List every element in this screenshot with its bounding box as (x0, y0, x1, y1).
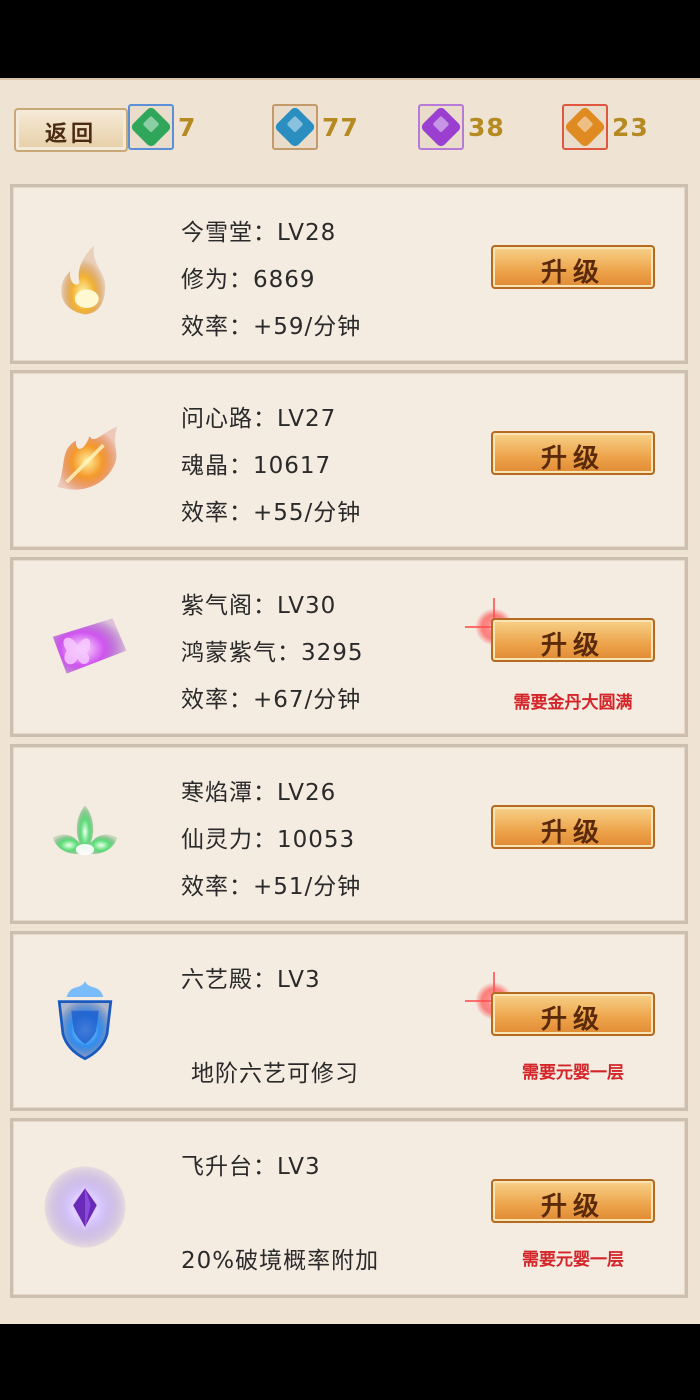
building-card: 六艺殿：LV3 地阶六艺可修习 升级 需要元婴一层 (10, 931, 688, 1111)
blue-gem-icon (272, 104, 318, 150)
fire-icon (61, 245, 106, 315)
building-rate: 效率：+67/分钟 (181, 687, 362, 713)
purple-butterfly-icon (52, 618, 127, 674)
blue-shield-icon (57, 981, 113, 1061)
back-button[interactable]: 返回 (14, 108, 128, 152)
building-rate: 效率：+51/分钟 (181, 874, 362, 900)
building-resource: 鸿蒙紫气：3295 (181, 640, 364, 666)
building-name-level: 寒焰潭：LV26 (181, 780, 337, 806)
resource-orange[interactable]: 23 (562, 102, 649, 152)
green-gem-count: 7 (178, 112, 197, 142)
upgrade-button[interactable]: 升级 (491, 992, 655, 1036)
upgrade-button[interactable]: 升级 (491, 245, 655, 289)
building-name-level: 六艺殿：LV3 (181, 967, 321, 993)
upgrade-button[interactable]: 升级 (491, 1179, 655, 1223)
upgrade-requirement: 需要金丹大圆满 (513, 693, 633, 713)
orange-gem-count: 23 (612, 112, 649, 142)
back-label: 返回 (44, 122, 97, 147)
blue-gem-count: 77 (322, 112, 359, 142)
building-card: 紫气阁：LV30 鸿蒙紫气：3295 效率：+67/分钟 升级 需要金丹大圆满 (10, 557, 688, 737)
upgrade-button[interactable]: 升级 (491, 618, 655, 662)
building-name-level: 问心路：LV27 (181, 406, 337, 432)
upgrade-label: 升级 (540, 631, 605, 661)
building-description: 20%破境概率附加 (181, 1248, 380, 1274)
purple-crystal-icon (44, 1166, 126, 1248)
building-description: 地阶六艺可修习 (191, 1061, 359, 1087)
upgrade-requirement: 需要元婴一层 (522, 1063, 624, 1083)
upgrade-requirement: 需要元婴一层 (522, 1250, 624, 1270)
green-lotus-icon (52, 805, 118, 856)
building-card: 寒焰潭：LV26 仙灵力：10053 效率：+51/分钟 升级 (10, 744, 688, 924)
purple-gem-icon (418, 104, 464, 150)
upgrade-label: 升级 (540, 258, 605, 288)
resource-green[interactable]: 7 (128, 102, 196, 152)
resource-blue[interactable]: 77 (272, 102, 359, 152)
resource-bar: 返回 7 77 38 23 (0, 80, 700, 175)
upgrade-button[interactable]: 升级 (491, 805, 655, 849)
flame-phoenix-icon (57, 426, 118, 490)
resource-purple[interactable]: 38 (418, 102, 505, 152)
building-rate: 效率：+55/分钟 (181, 500, 362, 526)
upgrade-label: 升级 (540, 1005, 605, 1035)
building-resource: 修为：6869 (181, 267, 316, 293)
building-name-level: 紫气阁：LV30 (181, 593, 337, 619)
upgrade-label: 升级 (540, 1192, 605, 1222)
building-rate: 效率：+59/分钟 (181, 314, 362, 340)
building-resource: 魂晶：10617 (181, 453, 332, 479)
upgrade-label: 升级 (540, 818, 605, 848)
upgrade-button[interactable]: 升级 (491, 431, 655, 475)
building-resource: 仙灵力：10053 (181, 827, 356, 853)
purple-gem-count: 38 (468, 112, 505, 142)
upgrade-label: 升级 (540, 444, 605, 474)
building-card: 问心路：LV27 魂晶：10617 效率：+55/分钟 升级 (10, 370, 688, 550)
green-gem-icon (128, 104, 174, 150)
building-name-level: 今雪堂：LV28 (181, 220, 337, 246)
orange-gem-icon (562, 104, 608, 150)
building-name-level: 飞升台：LV3 (181, 1154, 321, 1180)
building-card: 飞升台：LV3 20%破境概率附加 升级 需要元婴一层 (10, 1118, 688, 1298)
building-card: 今雪堂：LV28 修为：6869 效率：+59/分钟 升级 (10, 184, 688, 364)
